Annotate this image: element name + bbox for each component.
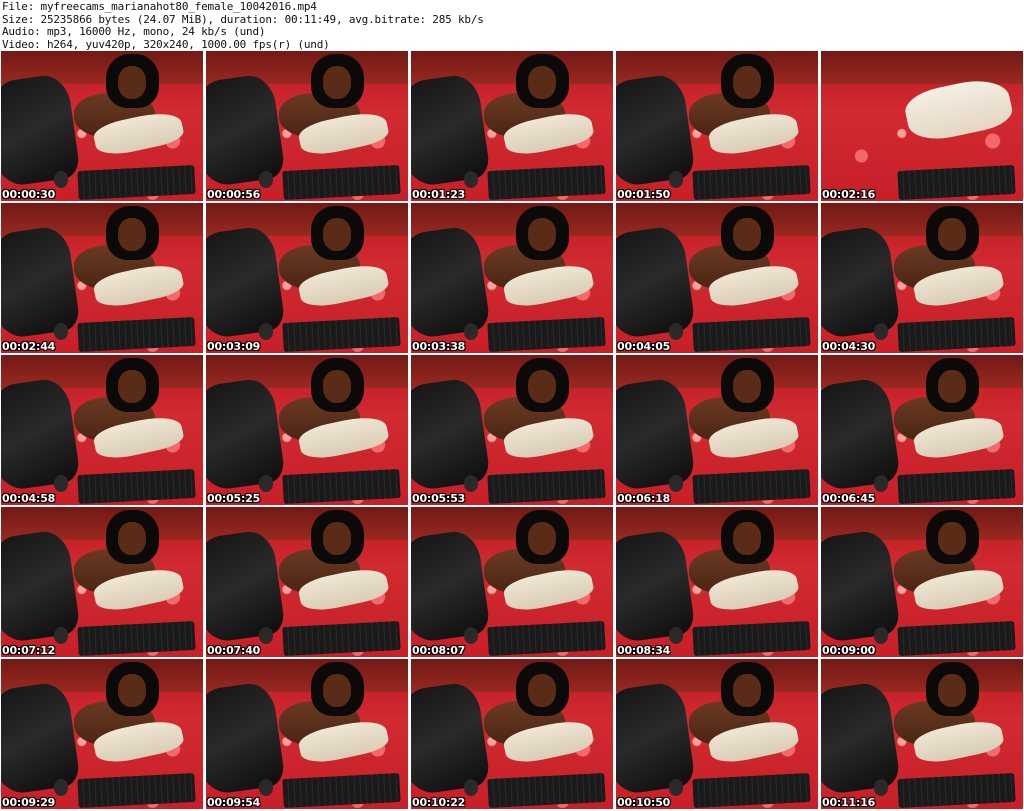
frame-timestamp: 00:09:29 (2, 796, 56, 809)
thumbnail-frame: 00:04:30 (821, 203, 1023, 353)
thumbnail-frame: 00:09:29 (1, 659, 203, 809)
thumbnail-frame: 00:06:45 (821, 355, 1023, 505)
thumbnail-frame: 00:03:09 (206, 203, 408, 353)
frame-timestamp: 00:08:07 (412, 644, 466, 657)
file-info-header: File: myfreecams_marianahot80_female_100… (2, 0, 1022, 51)
frame-timestamp: 00:04:05 (617, 340, 671, 353)
thumbnail-frame: 00:01:50 (616, 51, 818, 201)
contact-sheet: File: myfreecams_marianahot80_female_100… (0, 0, 1024, 811)
thumbnail-frame: 00:02:44 (1, 203, 203, 353)
thumbnail-frame: 00:06:18 (616, 355, 818, 505)
thumbnail-frame: 00:08:07 (411, 507, 613, 657)
frame-timestamp: 00:08:34 (617, 644, 671, 657)
frame-timestamp: 00:04:58 (2, 492, 56, 505)
thumbnail-frame: 00:00:56 (206, 51, 408, 201)
frame-timestamp: 00:00:30 (2, 188, 56, 201)
frame-timestamp: 00:07:12 (2, 644, 56, 657)
thumbnail-frame: 00:11:16 (821, 659, 1023, 809)
frame-timestamp: 00:07:40 (207, 644, 261, 657)
frame-timestamp: 00:03:09 (207, 340, 261, 353)
thumbnail-frame: 00:04:05 (616, 203, 818, 353)
video-info-line: Video: h264, yuv420p, 320x240, 1000.00 f… (2, 37, 330, 51)
thumbnail-frame: 00:07:12 (1, 507, 203, 657)
file-name-line: File: myfreecams_marianahot80_female_100… (2, 0, 317, 13)
frame-timestamp: 00:01:23 (412, 188, 466, 201)
thumbnail-frame: 00:07:40 (206, 507, 408, 657)
thumbnail-frame: 00:04:58 (1, 355, 203, 505)
thumbnail-frame: 00:03:38 (411, 203, 613, 353)
frame-timestamp: 00:03:38 (412, 340, 466, 353)
frame-timestamp: 00:10:22 (412, 796, 466, 809)
thumbnail-frame: 00:10:50 (616, 659, 818, 809)
frame-timestamp: 00:02:16 (822, 188, 876, 201)
thumbnail-frame: 00:08:34 (616, 507, 818, 657)
thumbnail-grid: 00:00:30 00:00:56 00:01:23 00:01:50 00:0… (1, 51, 1023, 811)
thumbnail-frame: 00:02:16 (821, 51, 1023, 201)
thumbnail-frame: 00:10:22 (411, 659, 613, 809)
frame-timestamp: 00:09:00 (822, 644, 876, 657)
frame-timestamp: 00:00:56 (207, 188, 261, 201)
frame-timestamp: 00:06:18 (617, 492, 671, 505)
thumbnail-frame: 00:09:00 (821, 507, 1023, 657)
thumbnail-frame: 00:05:53 (411, 355, 613, 505)
thumbnail-frame: 00:09:54 (206, 659, 408, 809)
frame-timestamp: 00:05:53 (412, 492, 466, 505)
frame-timestamp: 00:02:44 (2, 340, 56, 353)
frame-timestamp: 00:09:54 (207, 796, 261, 809)
frame-timestamp: 00:06:45 (822, 492, 876, 505)
frame-timestamp: 00:01:50 (617, 188, 671, 201)
frame-timestamp: 00:04:30 (822, 340, 876, 353)
thumbnail-frame: 00:01:23 (411, 51, 613, 201)
frame-timestamp: 00:11:16 (822, 796, 876, 809)
frame-timestamp: 00:10:50 (617, 796, 671, 809)
thumbnail-frame: 00:05:25 (206, 355, 408, 505)
thumbnail-frame: 00:00:30 (1, 51, 203, 201)
audio-info-line: Audio: mp3, 16000 Hz, mono, 24 kb/s (und… (2, 25, 266, 38)
frame-timestamp: 00:05:25 (207, 492, 261, 505)
